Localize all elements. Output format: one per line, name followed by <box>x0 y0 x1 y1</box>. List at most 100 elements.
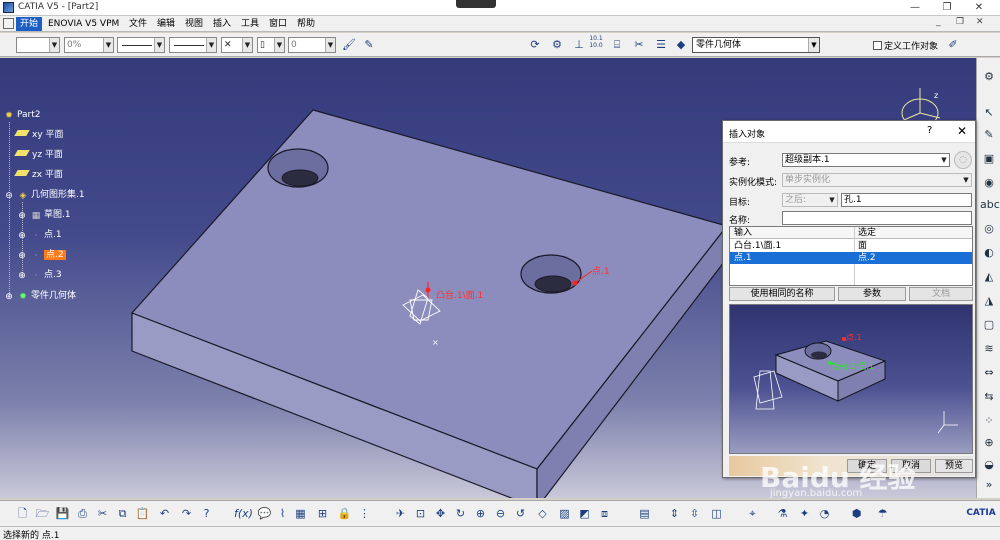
use-same-name-button[interactable]: 使用相同的名称 <box>729 287 835 301</box>
open-file-icon[interactable]: 🗁 <box>34 505 51 522</box>
table-row-selected[interactable]: 点.1 点.2 <box>730 252 972 264</box>
close-window-button[interactable]: ✕ <box>968 1 990 14</box>
zoom-in-icon[interactable]: ⊕ <box>472 505 489 522</box>
document-icon[interactable]: ▤ <box>636 505 653 522</box>
surface-icon[interactable]: ◒ <box>980 456 998 474</box>
format-painter-icon[interactable]: 🖌 <box>340 36 358 54</box>
paste-icon[interactable]: 📋 <box>134 505 151 522</box>
name-field[interactable] <box>782 211 972 225</box>
scale-icon[interactable]: 10.1 10.0 <box>588 35 604 53</box>
curvature-icon[interactable]: ◔ <box>816 505 833 522</box>
tree-item-point-2[interactable]: ⊕ · 点.2 <box>16 248 66 262</box>
knowledge-icon[interactable]: ⌇ <box>274 505 291 522</box>
publication-icon[interactable]: ☂ <box>874 505 891 522</box>
tree-item-yz-plane[interactable]: yz 平面 <box>14 148 63 162</box>
checkbox[interactable] <box>873 41 882 50</box>
fillet-icon[interactable]: ◐ <box>980 244 998 262</box>
draft-icon[interactable]: ◮ <box>980 292 998 310</box>
catalog-icon[interactable]: ⊞ <box>314 505 331 522</box>
line-thickness-select[interactable]: ▼ <box>117 37 165 53</box>
settings-icon[interactable]: ⚙ <box>980 68 998 86</box>
pocket-icon[interactable]: ◉ <box>980 174 998 192</box>
tree-item-geometric-set[interactable]: ⊖ ◈ 几何图形集.1 <box>3 188 84 202</box>
swap-icon[interactable]: ⧈ <box>596 505 613 522</box>
more-icon[interactable]: » <box>980 476 998 494</box>
print-icon[interactable]: ⎙ <box>74 505 91 522</box>
snap-icon[interactable]: ⌖ <box>744 505 761 522</box>
formula-icon[interactable]: f(x) <box>234 505 253 522</box>
fly-mode-icon[interactable]: ✈ <box>392 505 409 522</box>
boolean-icon[interactable]: ⊕ <box>980 434 998 452</box>
rotate-icon[interactable]: ↻ <box>452 505 469 522</box>
iso-view-icon[interactable]: ◇ <box>534 505 551 522</box>
whats-this-icon[interactable]: ? <box>198 505 215 522</box>
hole-icon[interactable]: ◎ <box>980 220 998 238</box>
open-catalog-button[interactable]: ◌ <box>954 151 972 169</box>
update-icon[interactable]: ⟳ <box>526 36 544 54</box>
pad-icon[interactable]: ▣ <box>980 150 998 168</box>
sketch-icon[interactable]: ✎ <box>980 126 998 144</box>
edit-icon[interactable]: ✐ <box>944 36 962 54</box>
body-icon[interactable]: ◆ <box>672 36 690 54</box>
tree-root-part2[interactable]: ✹ Part2 <box>3 108 40 122</box>
table-icon[interactable]: ▦ <box>292 505 309 522</box>
tree-item-xy-plane[interactable]: xy 平面 <box>14 128 64 142</box>
comment-icon[interactable]: 💬 <box>256 505 273 522</box>
tree-item-part-body[interactable]: ⊕ ✹ 零件几何体 <box>3 289 76 303</box>
layer-select[interactable]: 0 ▼ <box>288 37 336 53</box>
pan-icon[interactable]: ✥ <box>432 505 449 522</box>
save-icon[interactable]: 💾 <box>54 505 71 522</box>
tree-item-sketch[interactable]: ⊕ ▦ 草图.1 <box>16 208 70 222</box>
abc-icon[interactable]: abc <box>980 196 1000 214</box>
reference-select[interactable]: 超级副本.1 ▼ <box>782 153 950 167</box>
menu-file[interactable]: 文件 <box>126 17 150 31</box>
normal-view-icon[interactable]: ↺ <box>512 505 529 522</box>
tree-item-point-1[interactable]: ⊕ · 点.1 <box>16 228 61 242</box>
hide-show-icon[interactable]: ◩ <box>576 505 593 522</box>
analysis-icon[interactable]: ⚗ <box>774 505 791 522</box>
menu-window[interactable]: 窗口 <box>266 17 290 31</box>
maximize-button[interactable]: ❐ <box>936 1 958 14</box>
copy-icon[interactable]: ⧉ <box>114 505 131 522</box>
thread-icon[interactable]: ≋ <box>980 340 998 358</box>
mirror-icon[interactable]: ⇆ <box>980 388 998 406</box>
collapse-icon[interactable]: ⇕ <box>666 505 683 522</box>
menu-insert[interactable]: 插入 <box>210 17 234 31</box>
pattern-icon[interactable]: ⁘ <box>980 412 998 430</box>
preview-viewer[interactable]: 凸台.1\面.1 点.1 <box>729 304 973 454</box>
sheet-icon[interactable]: ⋮ <box>356 505 373 522</box>
menu-help[interactable]: 帮助 <box>294 17 318 31</box>
rendering-style-select[interactable]: ▯ ▼ <box>257 37 285 53</box>
menu-view[interactable]: 视图 <box>182 17 206 31</box>
list-icon[interactable]: ☰ <box>652 36 670 54</box>
select-arrow-icon[interactable]: ↖ <box>980 104 998 122</box>
lock-icon[interactable]: 🔒 <box>336 505 353 522</box>
target-position-select[interactable]: 之后: ▼ <box>782 193 838 207</box>
tools-icon[interactable]: ✂ <box>630 36 648 54</box>
menu-enovia[interactable]: ENOVIA V5 VPM <box>45 17 122 31</box>
mdi-close-button[interactable]: ✕ <box>976 17 984 27</box>
measure-icon[interactable]: ◫ <box>708 505 725 522</box>
zoom-out-icon[interactable]: ⊖ <box>492 505 509 522</box>
new-file-icon[interactable]: 🗋 <box>14 505 31 522</box>
properties-icon[interactable]: ✎ <box>360 36 378 54</box>
redo-icon[interactable]: ↷ <box>178 505 195 522</box>
current-body-select[interactable]: 零件几何体 ▼ <box>692 37 820 53</box>
cut-icon[interactable]: ✂ <box>94 505 111 522</box>
table-row[interactable]: 凸台.1\面.1 面 <box>730 240 972 252</box>
menu-tools[interactable]: 工具 <box>238 17 262 31</box>
measure-icon[interactable]: ⌸ <box>608 36 626 54</box>
chamfer-icon[interactable]: ◭ <box>980 268 998 286</box>
axis-system-icon[interactable]: ⊥ <box>570 36 588 54</box>
undo-icon[interactable]: ↶ <box>156 505 173 522</box>
minimize-button[interactable]: — <box>904 1 926 14</box>
apply-material-icon[interactable]: ⬢ <box>848 505 865 522</box>
shading-icon[interactable]: ▨ <box>556 505 573 522</box>
line-type-select[interactable]: ▼ <box>169 37 217 53</box>
color-select[interactable]: ▼ <box>16 37 60 53</box>
point-symbol-select[interactable]: ✕ ▼ <box>221 37 253 53</box>
reorder-icon[interactable]: ⚙ <box>548 36 566 54</box>
parameters-button[interactable]: 参数 <box>838 287 906 301</box>
draft-analysis-icon[interactable]: ✦ <box>796 505 813 522</box>
close-dialog-button[interactable]: ✕ <box>957 124 967 138</box>
